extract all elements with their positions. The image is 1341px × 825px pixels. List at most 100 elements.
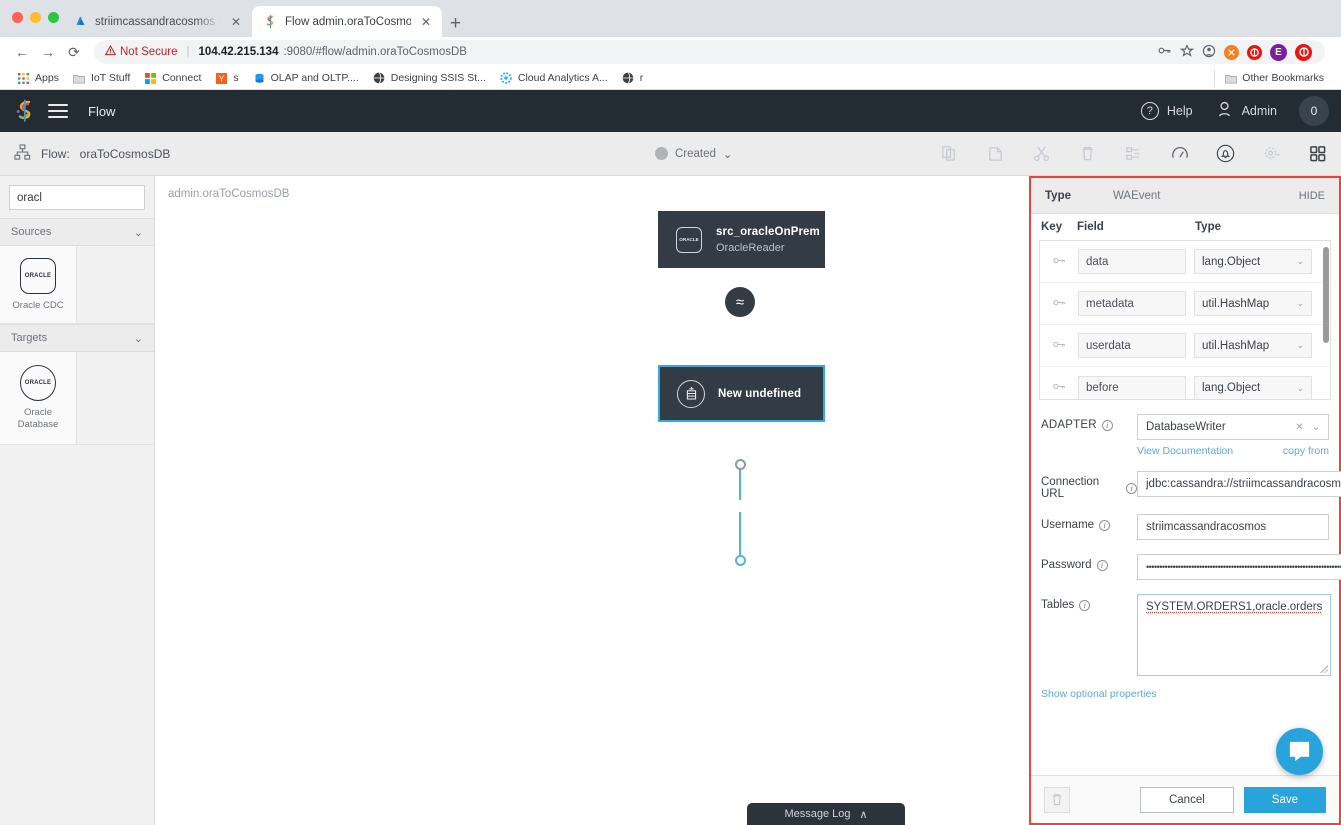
info-icon[interactable]: i [1102,420,1113,431]
cancel-button[interactable]: Cancel [1140,787,1234,813]
bookmark-connect[interactable]: Connect [137,70,208,87]
show-optional-properties-link[interactable]: Show optional properties [1031,688,1339,700]
field-type-select[interactable]: util.HashMap ⌄ [1194,333,1312,358]
purple-avatar-icon[interactable]: E [1270,44,1287,61]
flow-status-dropdown[interactable]: Created ⌄ [655,147,733,161]
cut-scissors-icon[interactable] [1032,144,1051,163]
browser-tab-2[interactable]: Flow admin.oraToCosmosDB ✕ [252,6,442,37]
table-row[interactable]: data lang.Object ⌄ [1040,241,1330,283]
alerts-bell-icon[interactable] [1216,144,1235,163]
minimize-window-button[interactable] [30,12,41,23]
palette-section-sources[interactable]: Sources ⌄ [0,218,154,246]
key-icon[interactable] [1158,44,1172,60]
field-name-input[interactable]: metadata [1078,291,1186,316]
back-icon[interactable]: ← [10,40,34,64]
new-tab-button[interactable]: + [450,14,461,33]
delete-trash-icon[interactable] [1078,144,1097,163]
help-button[interactable]: ? Help [1141,102,1193,120]
message-log-bar[interactable]: Message Log ∧ [747,803,905,825]
star-icon[interactable] [1180,44,1194,61]
profile-circle-icon[interactable] [1202,44,1216,61]
clear-x-icon[interactable]: ✕ [1295,422,1303,433]
bookmark-yahoo-s[interactable]: Y s [208,70,245,87]
info-icon[interactable]: i [1099,520,1110,531]
trash-icon[interactable] [1044,787,1070,813]
other-bookmarks-button[interactable]: Other Bookmarks [1214,70,1331,87]
flow-node-target[interactable]: New undefined [658,365,825,422]
connector-lower [739,512,741,560]
field-type-value: lang.Object [1202,382,1260,394]
field-name-input[interactable]: userdata [1078,333,1186,358]
adapter-select[interactable]: DatabaseWriter ✕ ⌄ [1137,414,1329,440]
copy-from-link[interactable]: copy from [1283,445,1329,457]
bookmark-apps[interactable]: Apps [10,70,66,87]
username-input[interactable]: striimcassandracosmos [1137,514,1329,540]
fields-table[interactable]: data lang.Object ⌄ metadata util.HashMap… [1039,240,1331,400]
intercom-chat-icon[interactable] [1276,728,1323,775]
search-box[interactable]: ✖ [9,185,145,210]
bookmark-r[interactable]: r [615,70,651,87]
flow-breadcrumb[interactable]: Flow: oraToCosmosDB [14,144,170,164]
bookmark-designing-ssis[interactable]: Designing SSIS St... [366,70,493,87]
password-input[interactable]: ••••••••••••••••••••••••••••••••••••••••… [1137,554,1341,580]
notification-badge[interactable]: 0 [1299,96,1329,126]
arrange-icon[interactable] [1124,144,1143,163]
browser-tab-1-close-icon[interactable]: ✕ [228,14,244,30]
hamburger-icon[interactable] [48,104,68,118]
close-window-button[interactable] [12,12,23,23]
field-name-input[interactable]: data [1078,249,1186,274]
not-secure-indicator[interactable]: Not Secure [105,45,178,59]
search-input[interactable] [17,192,171,204]
user-menu[interactable]: Admin [1215,100,1277,122]
window-controls[interactable] [12,12,59,23]
key-icon[interactable] [1048,381,1070,395]
address-bar[interactable]: Not Secure | 104.42.215.134:9080/#flow/a… [94,40,1325,64]
fields-scrollbar[interactable] [1323,247,1329,343]
connection-url-input[interactable]: jdbc:cassandra://striimcassandracosmos.c [1137,471,1341,497]
chevron-down-icon[interactable]: ⌄ [1312,422,1320,433]
palette-section-targets[interactable]: Targets ⌄ [0,324,154,352]
source-output-port[interactable] [735,459,746,470]
monitor-gauge-icon[interactable] [1170,144,1189,163]
settings-gear-icon[interactable] [1262,144,1281,163]
info-icon[interactable]: i [1079,600,1090,611]
forward-icon[interactable]: → [36,40,60,64]
field-name-input[interactable]: before [1078,376,1186,401]
target-input-port[interactable] [735,555,746,566]
hide-button[interactable]: HIDE [1299,190,1325,202]
bookmark-olap-oltp[interactable]: OLAP and OLTP.... [246,70,366,87]
browser-tab-1[interactable]: striimcassandracosmos - Data ✕ [62,6,252,37]
reload-icon[interactable]: ⟳ [62,40,86,64]
flow-node-source[interactable]: ORACLE src_oracleOnPrem OracleReader [658,211,825,268]
stream-waves-icon[interactable]: ≈ [725,287,755,317]
maximize-window-button[interactable] [48,12,59,23]
resize-grip-icon[interactable] [1320,665,1328,673]
key-icon[interactable] [1048,255,1070,269]
field-type-select[interactable]: util.HashMap ⌄ [1194,291,1312,316]
orange-extension-icon[interactable] [1224,45,1239,60]
bookmark-cloud-analytics[interactable]: Cloud Analytics A... [493,70,615,87]
grid-apps-icon[interactable] [1308,144,1327,163]
table-row[interactable]: metadata util.HashMap ⌄ [1040,283,1330,325]
field-type-select[interactable]: lang.Object ⌄ [1194,249,1312,274]
copy-icon[interactable] [940,144,959,163]
table-row[interactable]: userdata util.HashMap ⌄ [1040,325,1330,367]
red-avatar-icon[interactable] [1295,44,1312,61]
table-row[interactable]: before lang.Object ⌄ [1040,367,1330,400]
save-button[interactable]: Save [1244,787,1326,813]
bookmark-iot-stuff[interactable]: IoT Stuff [66,70,137,87]
red-extension-icon[interactable] [1247,45,1262,60]
flow-canvas[interactable]: admin.oraToCosmosDB ORACLE src_oracleOnP… [155,176,1029,825]
info-icon[interactable]: i [1097,560,1108,571]
tables-textarea[interactable]: SYSTEM.ORDERS1,oracle.orders [1137,594,1331,676]
info-icon[interactable]: i [1126,483,1137,494]
view-documentation-link[interactable]: View Documentation [1137,445,1233,457]
palette-item-oracle-database[interactable]: ORACLE Oracle Database [0,352,77,445]
browser-tab-2-close-icon[interactable]: ✕ [418,14,434,30]
key-icon[interactable] [1048,339,1070,353]
palette-item-oracle-cdc[interactable]: ORACLE Oracle CDC [0,246,77,324]
help-label: Help [1167,104,1193,118]
field-type-select[interactable]: lang.Object ⌄ [1194,376,1312,401]
paste-icon[interactable] [986,144,1005,163]
key-icon[interactable] [1048,297,1070,311]
